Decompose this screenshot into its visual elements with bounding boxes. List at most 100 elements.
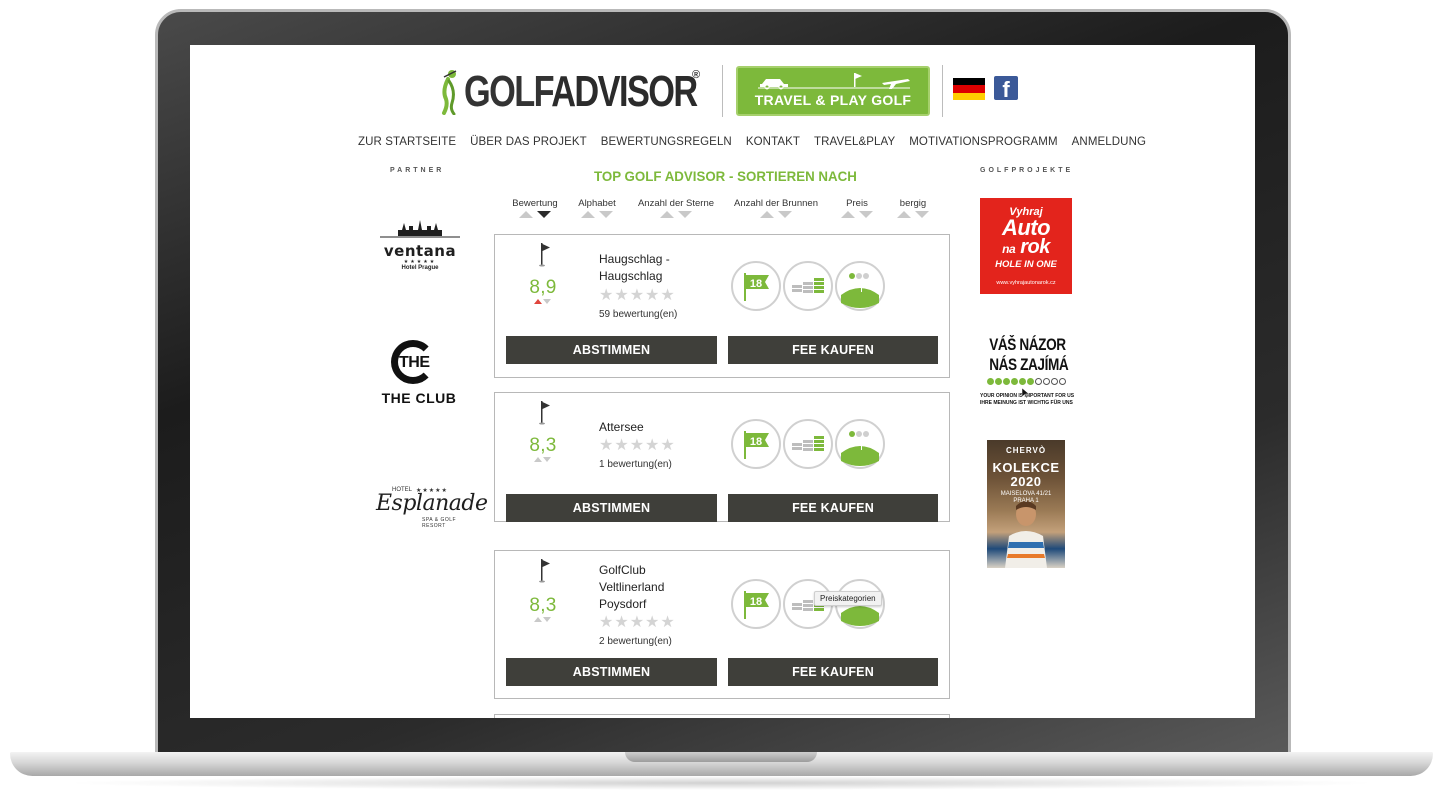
coins-icon	[792, 278, 824, 293]
course-reviews: 1 bewertung(en)	[599, 459, 672, 470]
vote-button[interactable]: ABSTIMMEN	[506, 658, 717, 686]
sort-asc-icon[interactable]	[897, 211, 911, 218]
course-name[interactable]: Attersee	[599, 419, 719, 436]
sort-price[interactable]: Preis	[838, 198, 876, 218]
laptop-shadow	[60, 776, 1383, 790]
vote-up-icon[interactable]	[534, 299, 542, 304]
terrain-badge	[835, 261, 885, 311]
travel-play-golf-button[interactable]: TRAVEL & PLAY GOLF	[736, 66, 930, 116]
vote-up-icon[interactable]	[534, 457, 542, 462]
vote-down-icon[interactable]	[543, 457, 551, 462]
buy-fee-button[interactable]: FEE KAUFEN	[728, 494, 938, 522]
nav-home[interactable]: ZUR STARTSEITE	[358, 136, 456, 148]
sort-asc-icon[interactable]	[760, 211, 774, 218]
sort-desc-icon[interactable]	[678, 211, 692, 218]
holes-badge: 18	[731, 419, 781, 469]
travel-play-golf-label: TRAVEL & PLAY GOLF	[754, 92, 912, 108]
partner-ventana-logo[interactable]: ventana ★★★★★ Hotel Prague	[378, 220, 462, 276]
holes-count: 18	[750, 436, 762, 448]
score-vote-arrows[interactable]	[534, 617, 552, 623]
sort-alphabet[interactable]: Alphabet	[574, 198, 620, 218]
person-photo	[1005, 501, 1047, 568]
vote-button[interactable]: ABSTIMMEN	[506, 336, 717, 364]
golf-course-card: 8,9 Haugschlag - Haugschlag ★★★★★ 59 bew…	[494, 234, 950, 378]
sort-label: bergig	[899, 198, 927, 209]
chervo-k2: 2020	[1010, 474, 1042, 489]
score-vote-arrows[interactable]	[534, 299, 552, 305]
theclub-the: THE	[399, 354, 430, 371]
golfer-icon	[442, 70, 457, 115]
holes-flag-icon: 18	[744, 273, 769, 301]
nav-login[interactable]: ANMELDUNG	[1072, 136, 1146, 148]
buy-fee-button[interactable]: FEE KAUFEN	[728, 336, 938, 364]
nav-motivation[interactable]: MOTIVATIONSPROGRAMM	[909, 136, 1057, 148]
germany-flag-icon[interactable]	[953, 78, 985, 100]
coins-icon	[792, 436, 824, 451]
logo-advisor: ADVISOR	[551, 67, 698, 116]
ad-auto-rok: rok	[1020, 236, 1050, 258]
course-reviews: 59 bewertung(en)	[599, 309, 678, 320]
page-title: TOP GOLF ADVISOR - SORTIEREN NACH	[594, 168, 857, 184]
sort-desc-icon[interactable]	[859, 211, 873, 218]
chervo-k4: PRAHA 1	[1013, 498, 1039, 504]
partner-heading: PARTNER	[390, 167, 445, 174]
course-stars[interactable]: ★★★★★	[599, 612, 676, 632]
course-stars[interactable]: ★★★★★	[599, 285, 676, 305]
ad-auto-url: www.vyhrajautonarok.cz	[996, 280, 1056, 286]
sort-fountains[interactable]: Anzahl der Brunnen	[730, 198, 822, 218]
nav-travel-play[interactable]: TRAVEL&PLAY	[814, 136, 895, 148]
facebook-icon[interactable]: f	[994, 76, 1018, 100]
sort-label: Alphabet	[578, 198, 616, 209]
vote-button[interactable]: ABSTIMMEN	[506, 494, 717, 522]
sort-asc-icon[interactable]	[519, 211, 533, 218]
holes-badge: 18	[731, 261, 781, 311]
opinion-line4: IHRE MEINUNG IST WICHTIG FÜR UNS	[980, 400, 1073, 406]
partner-theclub-logo[interactable]: THE THE CLUB	[377, 340, 461, 412]
sort-stars[interactable]: Anzahl der Sterne	[634, 198, 718, 218]
sort-desc-icon[interactable]	[537, 211, 551, 218]
opinion-rating-dots	[980, 378, 1072, 385]
opinion-line1: VÁŠ NÁZOR	[989, 335, 1066, 354]
price-badge	[783, 261, 833, 311]
price-category-tooltip: Preiskategorien	[814, 591, 882, 606]
ventana-name: ventana	[383, 242, 457, 260]
sort-desc-icon[interactable]	[915, 211, 929, 218]
sort-asc-icon[interactable]	[841, 211, 855, 218]
course-name[interactable]: Haugschlag - Haugschlag	[599, 251, 719, 285]
sort-hilly[interactable]: bergig	[894, 198, 932, 218]
ventana-sub: Hotel Prague	[401, 265, 439, 271]
sort-label: Bewertung	[512, 198, 558, 209]
ad-win-car[interactable]: Vyhraj Auto na rok HOLE IN ONE www.vyhra…	[980, 198, 1072, 294]
esplanade-name: Esplanade	[376, 491, 488, 516]
sort-desc-icon[interactable]	[778, 211, 792, 218]
laptop-screen: GOLFADVISOR ® TRAVEL & PLAY GOLF f ZUR S…	[190, 45, 1255, 718]
course-stars[interactable]: ★★★★★	[599, 435, 676, 455]
course-reviews: 2 bewertung(en)	[599, 636, 672, 647]
chervo-k3: MAISELOVA 41/21	[1000, 491, 1052, 497]
vote-up-icon[interactable]	[534, 617, 542, 622]
score-vote-arrows[interactable]	[534, 457, 552, 463]
holes-count: 18	[750, 596, 762, 608]
ad-your-opinion[interactable]: VÁŠ NÁZOR NÁS ZAJÍMÁ YOUR OPINION IS IMP…	[980, 335, 1074, 425]
partner-esplanade-logo[interactable]: HOTEL ★★★★★ Esplanade SPA & GOLF RESORT	[376, 485, 488, 529]
buy-fee-button[interactable]: FEE KAUFEN	[728, 658, 938, 686]
course-score: 8,9	[529, 277, 557, 298]
nav-contact[interactable]: KONTAKT	[746, 136, 800, 148]
vote-down-icon[interactable]	[543, 617, 551, 622]
sort-rating[interactable]: Bewertung	[506, 198, 564, 218]
course-name[interactable]: GolfClub Veltlinerland Poysdorf	[599, 562, 689, 613]
golf-course-card	[494, 714, 950, 718]
vote-down-icon[interactable]	[543, 299, 551, 304]
golfadvisor-logo[interactable]: GOLFADVISOR ®	[438, 67, 762, 117]
sort-desc-icon[interactable]	[599, 211, 613, 218]
holes-flag-icon: 18	[744, 431, 769, 459]
price-badge	[783, 419, 833, 469]
nav-about[interactable]: ÜBER DAS PROJEKT	[470, 136, 587, 148]
golf-flag-icon	[539, 559, 550, 583]
sort-asc-icon[interactable]	[581, 211, 595, 218]
nav-rating-rules[interactable]: BEWERTUNGSREGELN	[601, 136, 732, 148]
sort-label: Preis	[846, 198, 868, 209]
ad-chervo[interactable]: CHERVÒ KOLEKCE 2020 MAISELOVA 41/21 PRAH…	[987, 440, 1065, 568]
sort-asc-icon[interactable]	[660, 211, 674, 218]
sort-label: Anzahl der Brunnen	[734, 198, 818, 209]
